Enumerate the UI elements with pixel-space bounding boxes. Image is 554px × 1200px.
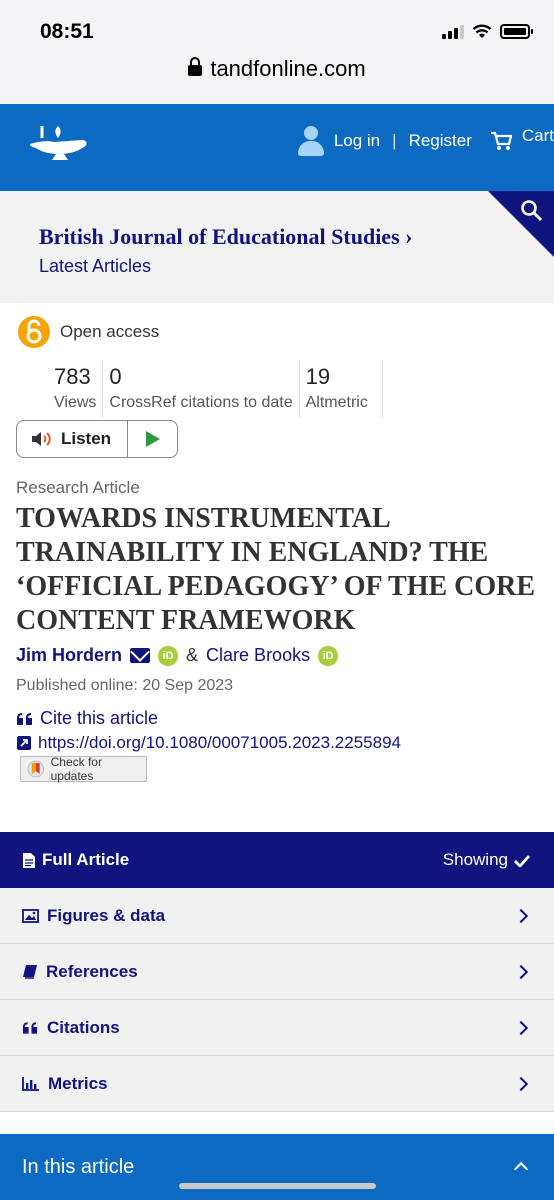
quote-icon <box>22 1021 38 1034</box>
bar-chart-icon <box>22 1077 39 1091</box>
chevron-right-icon <box>513 1076 529 1091</box>
showing-label: Showing <box>442 850 508 869</box>
cite-article-link[interactable]: Cite this article <box>16 708 158 729</box>
listen-button[interactable]: Listen <box>17 421 128 457</box>
orcid-icon[interactable]: iD <box>318 645 339 666</box>
journal-banner: British Journal of Educational Studies ›… <box>0 191 554 303</box>
open-access-icon <box>18 316 50 348</box>
home-indicator[interactable] <box>179 1183 376 1189</box>
doi-link[interactable]: https://doi.org/10.1080/00071005.2023.22… <box>16 733 401 753</box>
open-access-badge: Open access <box>18 316 159 348</box>
address-bar[interactable]: tandfonline.com <box>0 56 554 82</box>
search-icon[interactable] <box>520 199 544 223</box>
metric-label: Views <box>54 394 97 411</box>
orcid-icon[interactable]: iD <box>158 645 179 666</box>
journal-title-link[interactable]: British Journal of Educational Studies › <box>39 224 412 250</box>
author-link[interactable]: Jim Hordern <box>16 645 122 666</box>
article-metrics: 783 Views 0 CrossRef citations to date 1… <box>18 360 383 418</box>
site-header: Log in | Register Cart <box>0 104 554 191</box>
login-link[interactable]: Log in <box>334 131 380 151</box>
open-access-label: Open access <box>60 322 160 341</box>
speaker-icon <box>32 432 51 446</box>
metric-value: 783 <box>54 364 91 389</box>
author-separator: & <box>186 645 199 665</box>
section-figures-data[interactable]: Figures & data <box>0 888 554 944</box>
metric-altmetric[interactable]: 19 Altmetric <box>300 360 383 418</box>
lock-icon <box>188 57 203 76</box>
doi-text: https://doi.org/10.1080/00071005.2023.22… <box>38 733 401 752</box>
status-time: 08:51 <box>40 20 94 43</box>
metric-label: CrossRef citations to date <box>109 394 293 411</box>
metric-value: 0 <box>109 364 122 389</box>
cart-link[interactable]: Cart <box>522 126 554 146</box>
metric-crossref[interactable]: 0 CrossRef citations to date <box>103 360 300 418</box>
chevron-right-icon <box>513 1020 529 1035</box>
envelope-icon[interactable] <box>130 648 151 663</box>
author-link[interactable]: Clare Brooks <box>206 645 310 666</box>
journal-title: British Journal of Educational Studies <box>39 224 400 249</box>
check-icon <box>514 854 530 867</box>
cellular-signal-icon <box>442 24 464 39</box>
published-date: Published online: 20 Sep 2023 <box>16 677 234 694</box>
chevron-up-icon <box>513 1161 529 1177</box>
section-references[interactable]: References <box>0 944 554 1000</box>
check-for-updates-label: Check for updates <box>50 755 102 783</box>
article-title: TOWARDS INSTRUMENTAL TRAINABILITY IN ENG… <box>16 503 536 636</box>
metric-label: Altmetric <box>305 394 368 411</box>
article-sections: Figures & data References Citations Metr… <box>0 888 554 1112</box>
section-label: Citations <box>47 1017 120 1037</box>
check-for-updates-button[interactable]: Check for updates <box>20 755 147 783</box>
chevron-right-icon <box>513 964 529 979</box>
section-metrics[interactable]: Metrics <box>0 1056 554 1112</box>
in-this-article-label: In this article <box>22 1155 135 1178</box>
cite-label: Cite this article <box>40 708 159 728</box>
section-citations[interactable]: Citations <box>0 1000 554 1056</box>
full-article-tab[interactable]: Full Article Showing <box>0 832 554 888</box>
metric-value: 19 <box>305 364 331 389</box>
url-text: tandfonline.com <box>210 56 366 81</box>
listen-widget: Listen <box>16 420 178 458</box>
header-actions: Log in | Register Cart <box>297 126 554 156</box>
document-icon <box>23 852 35 868</box>
external-link-icon <box>17 736 31 750</box>
cart-icon[interactable] <box>490 131 512 151</box>
crossmark-icon <box>27 760 45 778</box>
battery-icon <box>500 24 533 39</box>
header-separator: | <box>392 131 397 150</box>
full-article-label: Full Article <box>42 850 130 869</box>
image-icon <box>22 908 39 923</box>
play-icon <box>145 431 160 447</box>
user-icon[interactable] <box>297 126 324 156</box>
listen-label: Listen <box>61 429 112 448</box>
latest-articles-link[interactable]: Latest Articles <box>39 256 151 277</box>
in-this-article-toggle[interactable]: In this article <box>0 1134 554 1200</box>
section-label: References <box>46 961 138 981</box>
metric-views[interactable]: 783 Views <box>18 360 104 418</box>
chevron-right-icon <box>513 908 529 923</box>
section-label: Metrics <box>48 1073 108 1093</box>
wifi-icon <box>472 24 492 38</box>
section-label: Figures & data <box>47 905 166 925</box>
play-button[interactable] <box>128 421 177 457</box>
book-icon <box>23 965 37 979</box>
status-icons <box>442 24 533 39</box>
author-list: Jim Hordern iD & Clare Brooks iD <box>16 645 339 666</box>
browser-chrome: 08:51 tandfonline.com <box>0 0 554 104</box>
register-link[interactable]: Register <box>409 131 472 151</box>
chevron-right-icon: › <box>405 224 413 249</box>
taylor-francis-lamp-logo[interactable] <box>28 122 90 162</box>
article-type: Research Article <box>16 478 140 497</box>
quote-icon <box>17 712 32 725</box>
